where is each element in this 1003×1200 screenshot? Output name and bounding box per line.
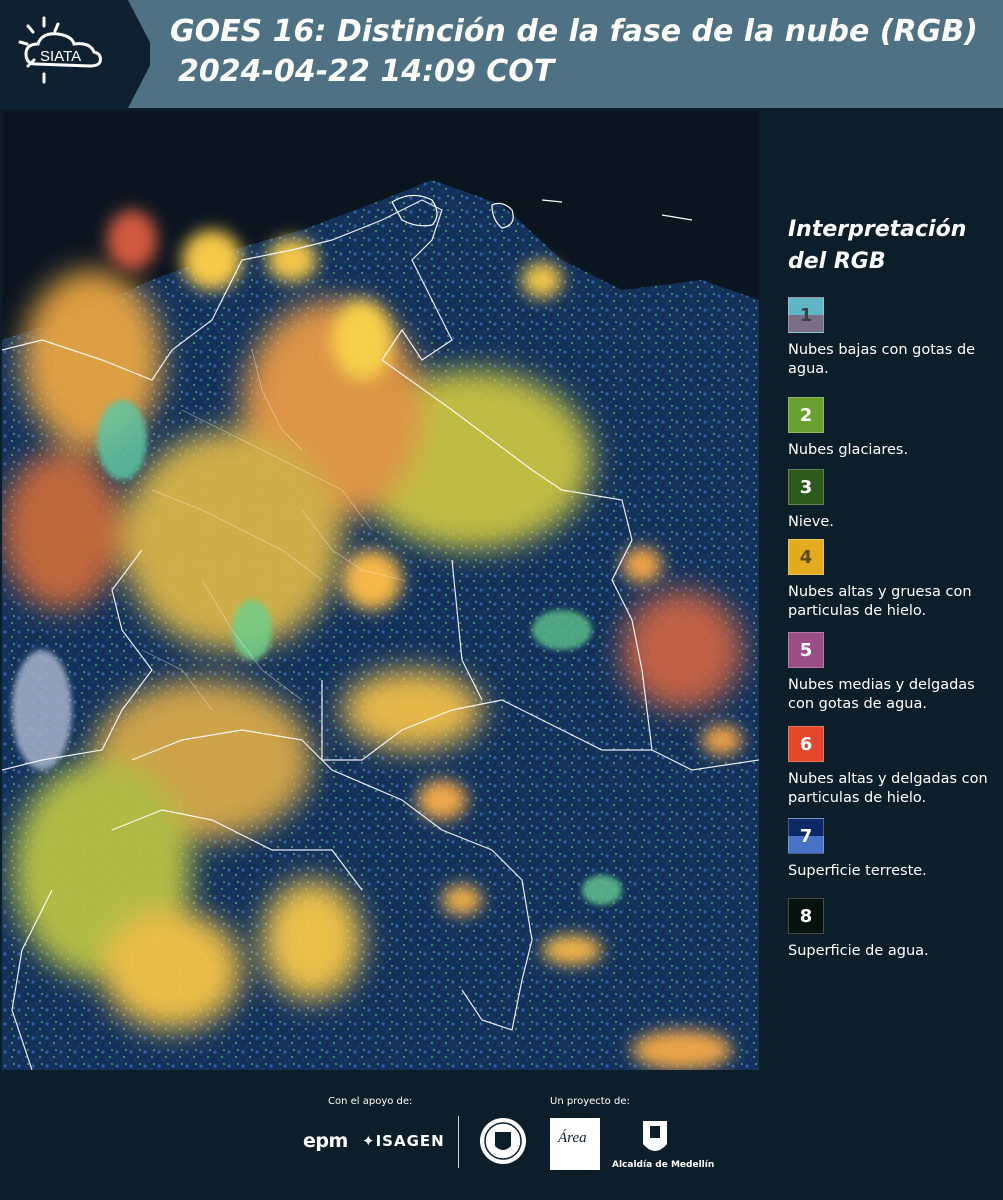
legend-swatch-7: 7 bbox=[788, 818, 824, 854]
header-bar: SIATA GOES 16: Distinción de la fase de … bbox=[0, 0, 1003, 108]
legend-swatch-4: 4 bbox=[788, 539, 824, 575]
seal-icon bbox=[480, 1118, 526, 1164]
legend-number: 3 bbox=[799, 476, 813, 498]
epm-logo: epm bbox=[303, 1130, 348, 1152]
legend-title: Interpretación del RGB bbox=[788, 217, 967, 274]
logo-block: SIATA bbox=[0, 0, 150, 108]
page-datetime: 2024-04-22 14:09 COT bbox=[178, 54, 555, 89]
legend-label: Nubes altas y delgadas con particulas de… bbox=[788, 771, 988, 806]
legend-item-5: 5 Nubes medias y delgadas con gotas de ag… bbox=[788, 632, 988, 714]
page-title: GOES 16: Distinción de la fase de la nub… bbox=[170, 14, 978, 49]
satellite-image bbox=[2, 110, 759, 1070]
legend-label: Nubes altas y gruesa con particulas de h… bbox=[788, 584, 972, 619]
isagen-mark-icon: ✦ bbox=[362, 1132, 376, 1150]
legend-item-8: 8 Superficie de agua. bbox=[788, 898, 988, 961]
legend-swatch-3: 3 bbox=[788, 469, 824, 505]
legend-swatch-6: 6 bbox=[788, 726, 824, 762]
legend-number: 1 bbox=[799, 304, 813, 326]
support-label: Con el apoyo de: bbox=[328, 1096, 413, 1107]
footer-divider bbox=[458, 1116, 459, 1168]
svg-text:SIATA: SIATA bbox=[40, 48, 81, 65]
isagen-logo-text: ISAGEN bbox=[375, 1132, 445, 1150]
legend-swatch-5: 5 bbox=[788, 632, 824, 668]
alcaldia-label: Alcaldía de Medellín bbox=[612, 1160, 715, 1170]
legend-panel: Interpretación del RGB bbox=[788, 214, 988, 278]
legend-swatch-1: 1 bbox=[788, 297, 824, 333]
legend-item-4: 4 Nubes altas y gruesa con particulas de … bbox=[788, 539, 988, 621]
legend-label: Nieve. bbox=[788, 514, 834, 530]
legend-label: Nubes bajas con gotas de agua. bbox=[788, 342, 976, 377]
satellite-map[interactable] bbox=[2, 110, 759, 1070]
legend-number: 8 bbox=[799, 905, 813, 927]
legend-number: 4 bbox=[799, 546, 813, 568]
project-label: Un proyecto de: bbox=[550, 1096, 630, 1107]
legend-number: 6 bbox=[799, 733, 813, 755]
legend-item-2: 2 Nubes glaciares. bbox=[788, 397, 988, 460]
legend-label: Nubes glaciares. bbox=[788, 442, 909, 458]
alcaldia-shield-icon bbox=[643, 1121, 667, 1151]
legend-number: 7 bbox=[799, 825, 813, 847]
footer: Con el apoyo de: Un proyecto de: epm ✦IS… bbox=[0, 1070, 1003, 1200]
area-subtext: METROPOLITANA Valle de Aburrá bbox=[553, 1160, 596, 1172]
legend-label: Nubes medias y delgadas con gotas de agu… bbox=[788, 677, 975, 712]
legend-item-6: 6 Nubes altas y delgadas con particulas d… bbox=[788, 726, 988, 808]
legend-item-7: 7 Superficie terreste. bbox=[788, 818, 988, 881]
legend-number: 5 bbox=[799, 639, 813, 661]
legend-item-1: 1 Nubes bajas con gotas de agua. bbox=[788, 297, 988, 379]
legend-number: 2 bbox=[799, 404, 813, 426]
legend-label: Superficie de agua. bbox=[788, 943, 929, 959]
legend-label: Superficie terreste. bbox=[788, 863, 927, 879]
isagen-logo: ✦ISAGEN bbox=[362, 1132, 445, 1150]
legend-swatch-2: 2 bbox=[788, 397, 824, 433]
siata-logo: SIATA bbox=[18, 16, 102, 84]
area-logo-text: Área bbox=[558, 1130, 587, 1146]
legend-swatch-8: 8 bbox=[788, 898, 824, 934]
legend-item-3: 3 Nieve. bbox=[788, 469, 988, 532]
